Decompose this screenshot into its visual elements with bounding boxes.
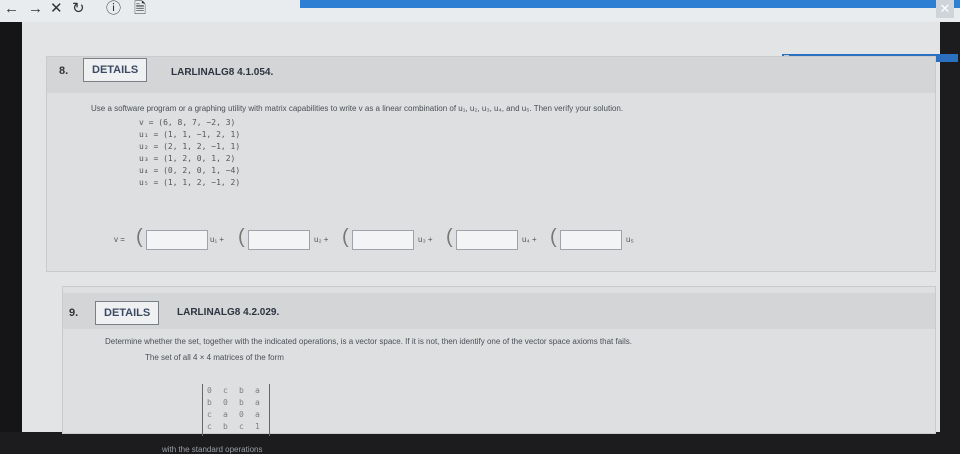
forward-icon[interactable]: → (28, 0, 43, 18)
details-button[interactable]: DETAILS (95, 301, 160, 325)
page-content: 8. DETAILS LARLINALG8 4.1.054. Use a sof… (22, 22, 958, 454)
vector-v: v = (6, 8, 7, −2, 3) (139, 118, 236, 127)
answer-label: u₂ + (314, 235, 329, 244)
question-code: LARLINALG8 4.1.054. (171, 67, 274, 78)
answer-prefix: v = (114, 235, 125, 244)
answer-label: u₄ + (522, 235, 537, 244)
browser-toolbar: ← → ✕ ↻ ⓘ 🗎 ✕ (0, 0, 960, 22)
back-icon[interactable]: ← (4, 0, 19, 18)
vector-u3: u₃ = (1, 2, 0, 1, 2) (139, 154, 236, 163)
answer-label: u₃ + (418, 235, 433, 244)
details-button[interactable]: DETAILS (83, 58, 148, 82)
coefficient-4-input[interactable] (456, 230, 518, 250)
stop-icon[interactable]: ✕ (50, 0, 63, 18)
answer-label: u₅ (626, 235, 634, 244)
operations-text: with the standard operations (162, 445, 263, 454)
vector-u4: u₄ = (0, 2, 0, 1, −4) (139, 166, 241, 175)
window-close-icon[interactable]: ✕ (936, 0, 954, 18)
vector-u1: u₁ = (1, 1, −1, 2, 1) (139, 130, 241, 139)
question-prompt: Use a software program or a graphing uti… (91, 104, 624, 113)
answer-label: u₁ + (210, 235, 225, 244)
set-description: The set of all 4 × 4 matrices of the for… (145, 353, 284, 362)
question-prompt: Determine whether the set, together with… (105, 337, 632, 346)
coefficient-2-input[interactable] (248, 230, 310, 250)
coefficient-5-input[interactable] (560, 230, 622, 250)
vector-u5: u₅ = (1, 1, 2, −1, 2) (139, 178, 241, 187)
question-number: 8. (59, 65, 69, 77)
reload-icon[interactable]: ↻ (72, 0, 85, 18)
vector-u2: u₂ = (2, 1, 2, −1, 1) (139, 142, 241, 151)
question-number: 9. (69, 307, 79, 319)
matrix: 0 c b a b 0 b a c a 0 a c b c 1 (202, 384, 270, 436)
answer-row: v = ( u₁ + ( u₂ + ( u₃ + ( u₄ + ( u₅ (114, 226, 634, 250)
question-code: LARLINALG8 4.2.029. (177, 307, 280, 318)
page-icon[interactable]: 🗎 (134, 0, 146, 18)
tab-strip (300, 0, 960, 8)
coefficient-3-input[interactable] (352, 230, 414, 250)
bezel (0, 22, 22, 432)
coefficient-1-input[interactable] (146, 230, 208, 250)
info-icon[interactable]: ⓘ (106, 0, 121, 18)
question-9: 9. DETAILS LARLINALG8 4.2.029. Determine… (62, 286, 936, 434)
